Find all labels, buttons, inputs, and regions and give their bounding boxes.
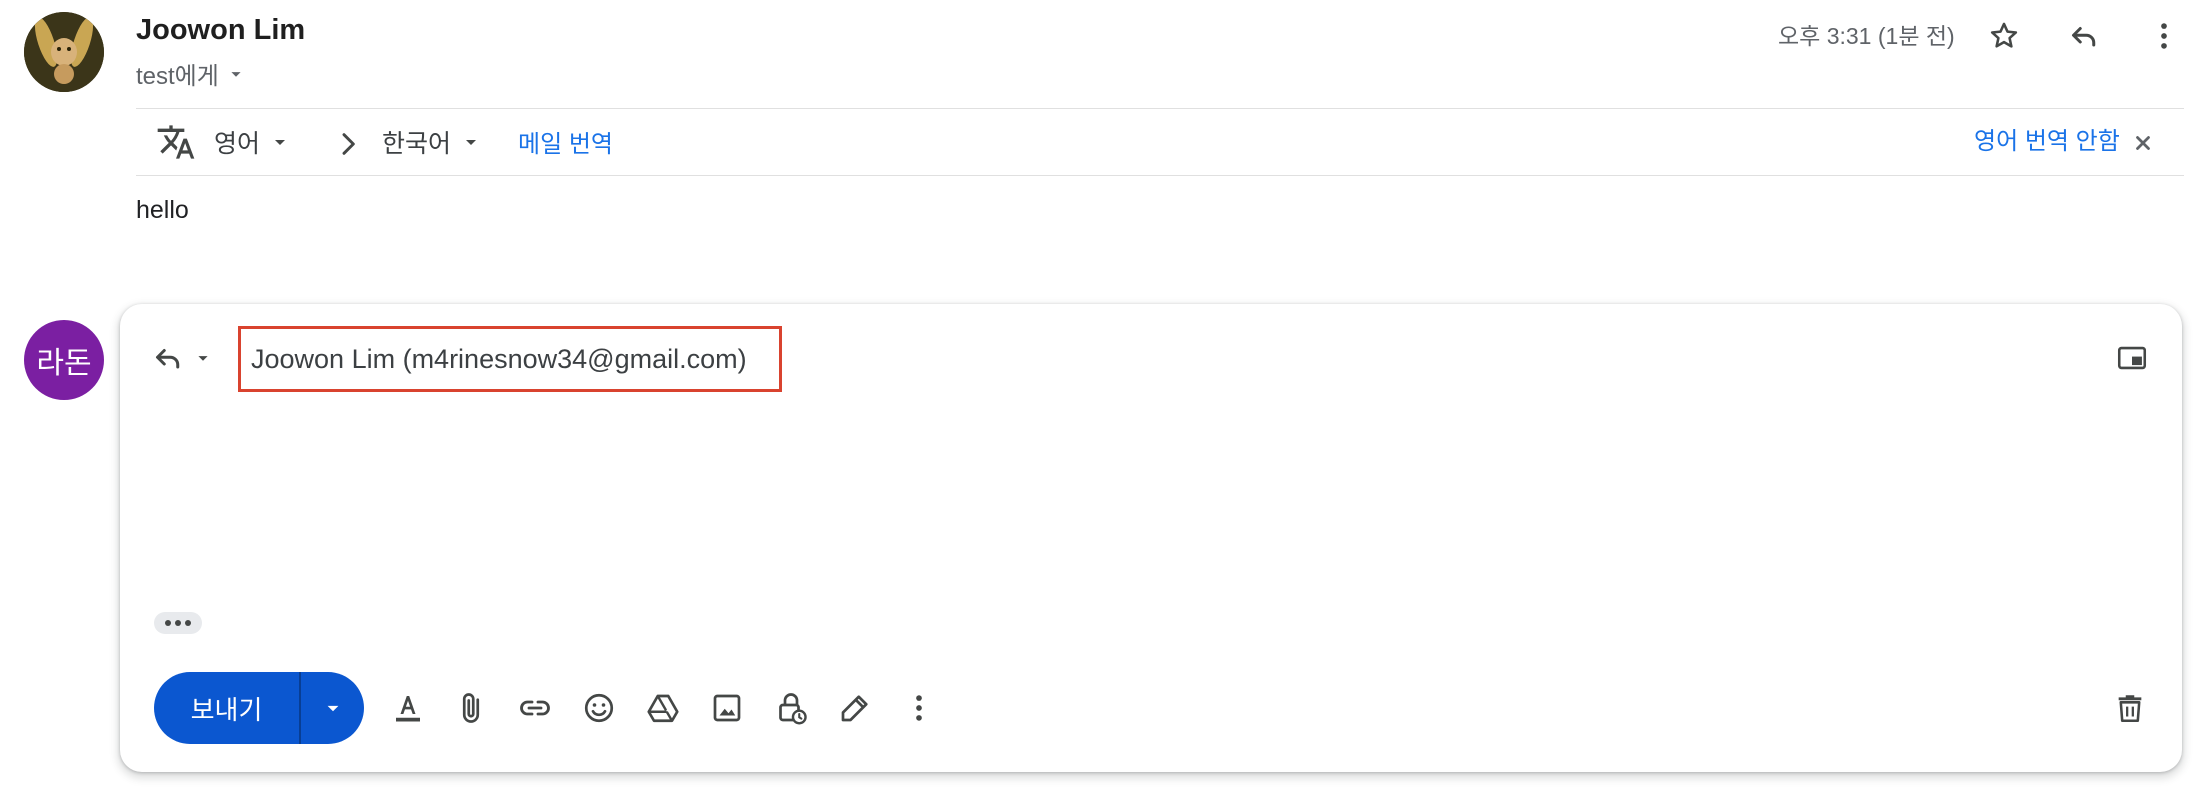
- insert-link-button[interactable]: [513, 686, 557, 730]
- source-language-select[interactable]: 영어: [214, 122, 292, 162]
- emoji-icon: [581, 690, 617, 726]
- close-icon: [2132, 132, 2154, 154]
- photo-icon: [709, 690, 745, 726]
- insert-signature-button[interactable]: [833, 686, 877, 730]
- translate-message-link[interactable]: 메일 번역: [518, 124, 613, 159]
- reply-button[interactable]: [2062, 14, 2106, 58]
- message-body: hello: [136, 196, 189, 224]
- close-translation-button[interactable]: [2126, 126, 2160, 160]
- target-language-select[interactable]: 한국어: [382, 122, 483, 162]
- source-language-label: 영어: [214, 130, 261, 158]
- chevron-right-icon: [328, 124, 368, 164]
- caret-down-icon: [268, 130, 292, 154]
- user-avatar[interactable]: 라돈: [24, 320, 104, 400]
- recipient-chip[interactable]: Joowon Lim (m4rinesnow34@gmail.com): [251, 344, 747, 375]
- attach-icon: [453, 690, 489, 726]
- dot: [175, 620, 181, 626]
- message-timestamp: 오후 3:31 (1분 전): [1778, 23, 1955, 49]
- send-button[interactable]: 보내기: [154, 672, 299, 744]
- insert-drive-button[interactable]: [641, 686, 685, 730]
- recipient-label: test에게: [136, 63, 219, 90]
- format-text-icon: [390, 690, 426, 726]
- signature-icon: [837, 690, 873, 726]
- caret-down-icon: [192, 347, 214, 369]
- more-actions-button[interactable]: [2142, 14, 2186, 58]
- drive-icon: [645, 690, 681, 726]
- reply-icon: [2066, 18, 2102, 54]
- reply-icon: [150, 340, 186, 376]
- popout-icon: [2115, 341, 2149, 375]
- caret-down-icon: [320, 695, 346, 721]
- popout-reply-button[interactable]: [2110, 338, 2154, 378]
- message-editor[interactable]: [150, 404, 2160, 594]
- confidential-icon: [773, 690, 809, 726]
- trash-icon: [2113, 691, 2147, 725]
- more-options-icon: [902, 691, 936, 725]
- formatting-options-button[interactable]: [386, 686, 430, 730]
- insert-emoji-button[interactable]: [577, 686, 621, 730]
- dont-translate-link[interactable]: 영어 번역 안함: [1974, 121, 2120, 156]
- reply-type-button[interactable]: [150, 336, 214, 380]
- confidential-mode-button[interactable]: [769, 686, 813, 730]
- caret-down-icon: [459, 130, 483, 154]
- translate-icon: [156, 122, 196, 162]
- recipient-field[interactable]: Joowon Lim (m4rinesnow34@gmail.com): [238, 326, 782, 392]
- star-button[interactable]: [1982, 14, 2026, 58]
- insert-photo-button[interactable]: [705, 686, 749, 730]
- caret-down-icon: [225, 63, 247, 85]
- dot: [185, 620, 191, 626]
- attach-files-button[interactable]: [449, 686, 493, 730]
- star-icon: [1987, 19, 2021, 53]
- send-button-group: 보내기: [154, 672, 364, 744]
- show-trimmed-content-button[interactable]: [154, 612, 202, 634]
- recipient-details-toggle[interactable]: test에게: [136, 56, 247, 91]
- more-options-button[interactable]: [897, 686, 941, 730]
- sender-avatar[interactable]: [24, 12, 104, 92]
- sender-name[interactable]: Joowon Lim: [136, 14, 305, 47]
- target-language-label: 한국어: [382, 130, 452, 158]
- discard-draft-button[interactable]: [2108, 686, 2152, 730]
- dot: [165, 620, 171, 626]
- more-vert-icon: [2147, 19, 2181, 53]
- link-icon: [517, 690, 553, 726]
